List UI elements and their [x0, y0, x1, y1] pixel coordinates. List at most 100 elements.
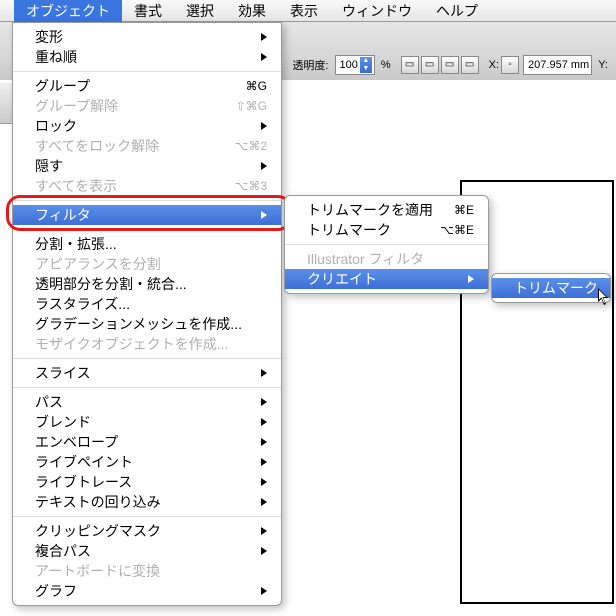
object-menu-item[interactable]: 重ね順 [13, 47, 281, 67]
menu-shortcut: ⌥⌘2 [234, 139, 267, 153]
menu-item-label: テキストの回り込み [35, 492, 161, 512]
menu-shortcut: ⌘E [454, 203, 474, 217]
menu-item-label: すべてをロック解除 [35, 136, 159, 156]
menu-item-label: 変形 [35, 27, 63, 47]
menu-item-label: エンベロープ [35, 432, 118, 452]
object-menu-item[interactable]: グループ ⌘G [13, 76, 281, 96]
object-menu-item: すべてをロック解除 ⌥⌘2 [13, 136, 281, 156]
object-menu-item[interactable]: 分割・拡張... [13, 234, 281, 254]
submenu-arrow-icon [261, 478, 267, 486]
object-menu-item: すべてを表示 ⌥⌘3 [13, 176, 281, 196]
submenu-arrow-icon [261, 547, 267, 555]
x-field[interactable]: 207.957 mm [523, 55, 592, 75]
object-menu-item[interactable]: グラフ [13, 581, 281, 601]
menu-item-label: パス [35, 392, 63, 412]
object-menu-item[interactable]: 複合パス [13, 541, 281, 561]
filter-submenu: トリムマークを適用 ⌘E トリムマーク⌥⌘E Illustrator フィルタクリエイ… [284, 195, 489, 294]
menu-item-label: グラデーションメッシュを作成... [35, 314, 242, 334]
menu-separator [13, 358, 281, 359]
menu-item-label: 隠す [35, 156, 63, 176]
align-icon[interactable]: ▭ [401, 56, 419, 74]
menu-item-label: アートボードに変換 [35, 561, 160, 581]
menu-item-label: グラフ [35, 581, 77, 601]
opacity-value: 100 [340, 59, 358, 71]
x-value: 207.957 mm [528, 59, 589, 71]
object-menu-item[interactable]: ライブペイント [13, 452, 281, 472]
submenu-arrow-icon [468, 275, 474, 283]
object-menu-item: アートボードに変換 [13, 561, 281, 581]
filter-menu-item[interactable]: トリムマーク⌥⌘E [285, 220, 488, 240]
object-menu-item[interactable]: グラデーションメッシュを作成... [13, 314, 281, 334]
menu-item-label: 複合パス [35, 541, 91, 561]
menu-item-label: ラスタライズ... [35, 294, 130, 314]
object-menu-dropdown: 変形重ね順グループ ⌘G グループ解除 ⇧⌘G ロックすべてをロック解除 ⌥⌘2 隠すすべて… [12, 22, 282, 606]
submenu-arrow-icon [261, 53, 267, 61]
menu-separator [13, 229, 281, 230]
object-menu-item[interactable]: スライス [13, 363, 281, 383]
object-menu-item[interactable]: テキストの回り込み [13, 492, 281, 512]
opacity-label: 透明度: [292, 57, 328, 73]
menu-item-label: 分割・拡張... [35, 234, 117, 254]
submenu-arrow-icon [261, 458, 267, 466]
object-menu-item[interactable]: 隠す [13, 156, 281, 176]
menu-item-label: トリムマークを適用 [307, 200, 433, 220]
menu-shortcut: ⌥⌘E [440, 223, 474, 237]
menu-separator [13, 200, 281, 201]
menu-view[interactable]: 表示 [278, 0, 330, 22]
submenu-arrow-icon [261, 122, 267, 130]
menu-separator [13, 516, 281, 517]
menu-separator [13, 387, 281, 388]
menu-item-label: 透明部分を分割・統合... [35, 274, 187, 294]
menu-shortcut: ⌘G [246, 79, 267, 93]
submenu-arrow-icon [261, 418, 267, 426]
submenu-arrow-icon [261, 398, 267, 406]
object-menu-item[interactable]: エンベロープ [13, 432, 281, 452]
x-label: X: [489, 59, 499, 71]
object-menu-item[interactable]: ロック [13, 116, 281, 136]
filter-menu-item: Illustrator フィルタ [285, 249, 488, 269]
object-menu-item[interactable]: ライブトレース [13, 472, 281, 492]
create-menu-item[interactable]: トリムマーク [492, 278, 610, 298]
object-menu-item[interactable]: フィルタ [13, 205, 281, 225]
align-icon[interactable]: ▭ [461, 56, 479, 74]
submenu-arrow-icon [261, 438, 267, 446]
menu-item-label: トリムマーク [514, 278, 598, 298]
y-label: Y: [598, 59, 608, 71]
menu-item-label: ライブトレース [35, 472, 132, 492]
menu-item-label: グループ解除 [35, 96, 118, 116]
menubar: オブジェクト 書式 選択 効果 表示 ウィンドウ ヘルプ [0, 0, 616, 22]
menu-window[interactable]: ウィンドウ [330, 0, 424, 22]
object-menu-item[interactable]: ラスタライズ... [13, 294, 281, 314]
object-menu-item[interactable]: クリッピングマスク [13, 521, 281, 541]
menu-item-label: クリッピングマスク [35, 521, 161, 541]
filter-menu-item[interactable]: クリエイト [285, 269, 488, 289]
menu-item-label: モザイクオブジェクトを作成... [35, 334, 228, 354]
align-icon[interactable]: ▭ [421, 56, 439, 74]
object-menu-item[interactable]: パス [13, 392, 281, 412]
object-menu-item[interactable]: 変形 [13, 27, 281, 47]
submenu-arrow-icon [261, 498, 267, 506]
menu-effect[interactable]: 効果 [226, 0, 278, 22]
submenu-arrow-icon [261, 369, 267, 377]
menu-item-label: 重ね順 [35, 47, 77, 67]
menu-item-label: すべてを表示 [35, 176, 117, 196]
stepper-icon[interactable]: ▲▼ [360, 57, 372, 73]
menu-shortcut: ⌥⌘3 [234, 179, 267, 193]
submenu-arrow-icon [261, 527, 267, 535]
object-menu-item[interactable]: 透明部分を分割・統合... [13, 274, 281, 294]
menu-select[interactable]: 選択 [174, 0, 226, 22]
align-icon-group: ▭ ▭ ▭ ▭ [401, 56, 479, 74]
menu-format[interactable]: 書式 [122, 0, 174, 22]
align-icon[interactable]: ▭ [441, 56, 459, 74]
menu-help[interactable]: ヘルプ [424, 0, 490, 22]
menu-item-label: ロック [35, 116, 77, 136]
menu-object[interactable]: オブジェクト [14, 0, 122, 22]
object-menu-item[interactable]: ブレンド [13, 412, 281, 432]
submenu-arrow-icon [261, 162, 267, 170]
filter-menu-item[interactable]: トリムマークを適用 ⌘E [285, 200, 488, 220]
anchor-ref-icon[interactable]: ◦ [501, 56, 519, 74]
menu-item-label: スライス [35, 363, 91, 383]
menu-item-label: グループ [35, 76, 90, 96]
opacity-field[interactable]: 100 ▲▼ [335, 55, 375, 75]
menu-shortcut: ⇧⌘G [236, 99, 267, 113]
